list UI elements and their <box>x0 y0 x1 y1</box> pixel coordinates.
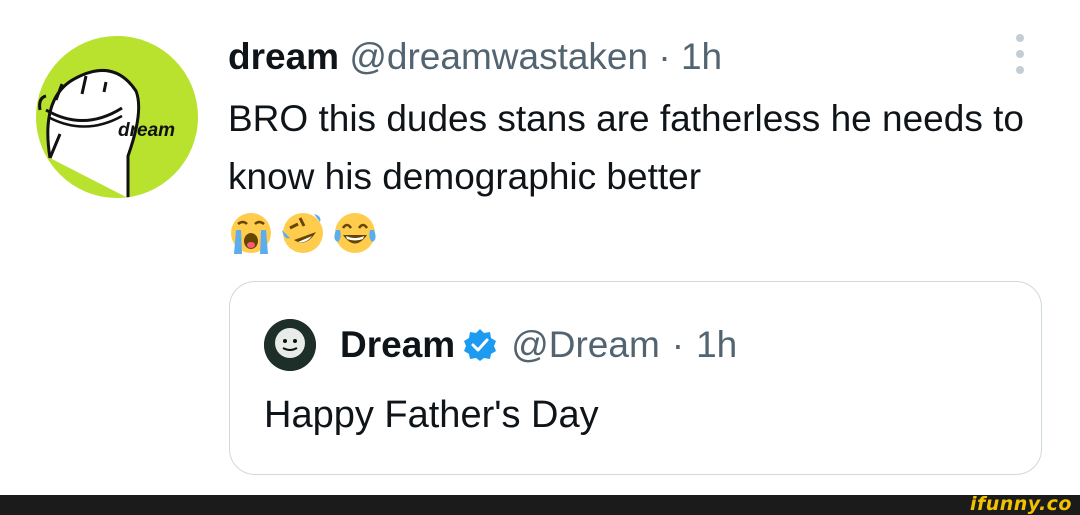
rolling-on-floor-laughing-emoji-icon <box>282 213 323 253</box>
quoted-header: Dream @Dream · 1h <box>340 318 737 372</box>
quoted-tweet-card[interactable]: Dream @Dream · 1h Happy Father's Day <box>229 281 1042 475</box>
footer-bar: ifunny.co <box>0 493 1080 515</box>
more-options-icon[interactable] <box>1008 34 1032 74</box>
timestamp[interactable]: 1h <box>681 36 722 77</box>
quoted-avatar[interactable] <box>264 319 316 371</box>
separator-dot: · <box>658 36 671 77</box>
username-handle[interactable]: @dreamwastaken <box>349 36 648 77</box>
quoted-timestamp[interactable]: 1h <box>696 318 737 372</box>
verified-badge-icon <box>464 329 497 361</box>
tweet: dream dream @dreamwastaken · 1h BRO this… <box>0 0 1080 495</box>
dream-mask-icon <box>264 319 316 371</box>
quoted-tweet-text: Happy Father's Day <box>264 394 599 436</box>
dream-mask-icon: dream <box>38 69 175 198</box>
avatar-logo-text: dream <box>118 120 175 141</box>
tweet-text: BRO this dudes stans are fatherless he n… <box>228 98 1024 197</box>
ifunny-watermark: ifunny.co <box>969 493 1072 515</box>
quoted-display-name[interactable]: Dream <box>340 318 455 372</box>
separator-dot: · <box>671 324 685 365</box>
display-name[interactable]: dream <box>228 36 339 77</box>
crying-face-emoji-icon <box>231 213 271 254</box>
tweet-header: dream @dreamwastaken · 1h <box>228 32 722 82</box>
emoji-row <box>228 210 378 260</box>
quoted-username-handle[interactable]: @Dream <box>511 318 660 372</box>
more-dot <box>1016 50 1024 58</box>
more-dot <box>1016 66 1024 74</box>
more-dot <box>1016 34 1024 42</box>
tears-of-joy-emoji-icon <box>334 213 376 253</box>
avatar[interactable]: dream <box>36 36 198 198</box>
